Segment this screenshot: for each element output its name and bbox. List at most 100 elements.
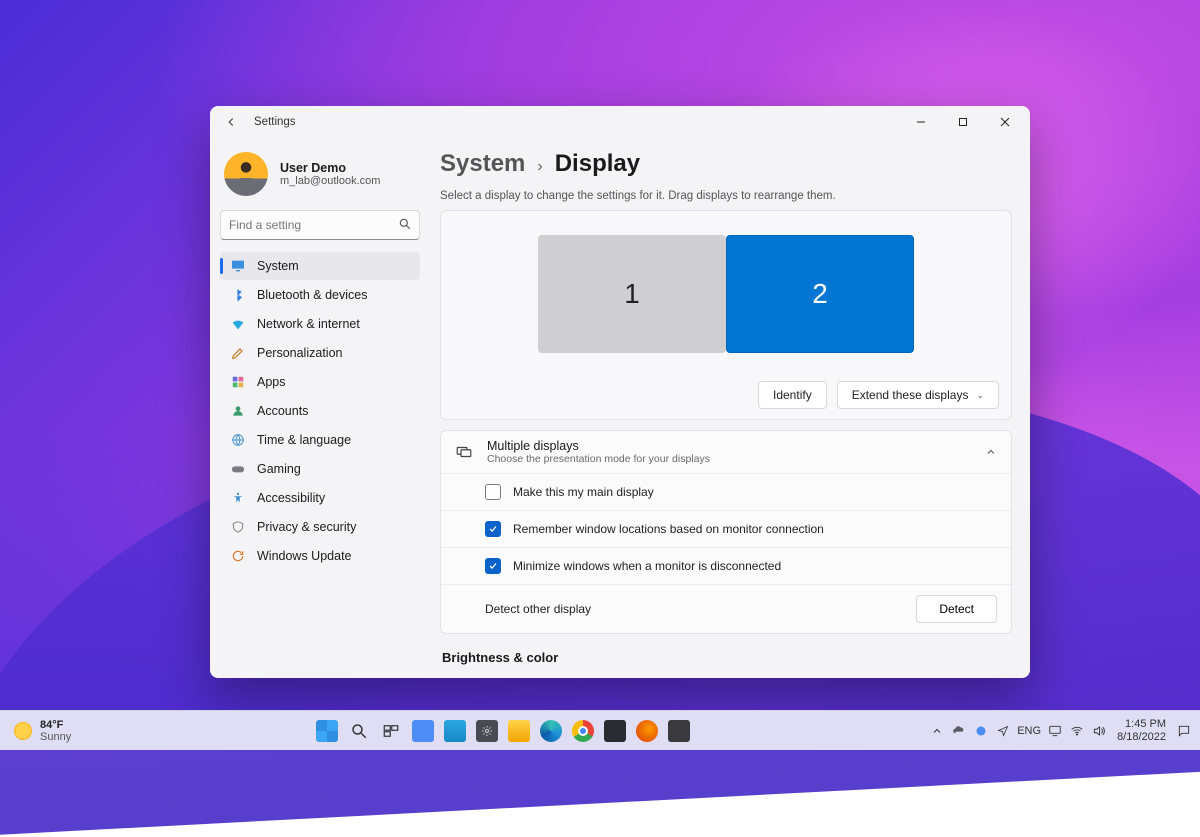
clock-date: 8/18/2022 (1117, 731, 1166, 743)
weather-widget[interactable]: 84°F Sunny (8, 717, 77, 745)
sidebar-item-privacy[interactable]: Privacy & security (220, 513, 420, 541)
monitor-1[interactable]: 1 (538, 235, 726, 353)
sidebar-item-label: Accessibility (257, 491, 325, 505)
taskbar-app-misc[interactable] (665, 717, 693, 745)
display-option-row: Make this my main display (441, 473, 1011, 510)
chevron-right-icon: › (537, 158, 542, 176)
detect-display-row: Detect other display Detect (441, 584, 1011, 633)
wifi-icon (230, 316, 246, 332)
sidebar-item-apps[interactable]: Apps (220, 368, 420, 396)
search-button[interactable] (345, 717, 373, 745)
option-label: Minimize windows when a monitor is disco… (513, 559, 781, 573)
projection-mode-dropdown[interactable]: Extend these displays ⌄ (837, 381, 999, 409)
weather-temp: 84°F (40, 719, 71, 731)
account-header[interactable]: User Demo m_lab@outlook.com (220, 146, 420, 204)
back-button[interactable] (222, 113, 240, 131)
account-email: m_lab@outlook.com (280, 175, 380, 187)
account-name: User Demo (280, 161, 380, 175)
avatar (224, 152, 268, 196)
titlebar: Settings (210, 106, 1030, 138)
tray-volume-icon[interactable] (1091, 723, 1107, 739)
sidebar-item-network[interactable]: Network & internet (220, 310, 420, 338)
sidebar-item-time[interactable]: Time & language (220, 426, 420, 454)
sidebar-item-personalization[interactable]: Personalization (220, 339, 420, 367)
taskbar-app-chrome[interactable] (569, 717, 597, 745)
checkbox[interactable] (485, 484, 501, 500)
tray-wifi-icon[interactable] (1069, 723, 1085, 739)
tray-cast-icon[interactable] (1047, 723, 1063, 739)
tray-onedrive-icon[interactable] (951, 723, 967, 739)
tray-language[interactable]: ENG (1017, 725, 1041, 737)
start-button[interactable] (313, 717, 341, 745)
person-icon (230, 403, 246, 419)
sidebar-item-system[interactable]: System (220, 252, 420, 280)
taskbar-app-people[interactable] (441, 717, 469, 745)
multiple-displays-card: Multiple displays Choose the presentatio… (440, 430, 1012, 634)
search-box[interactable] (220, 210, 420, 240)
sidebar-item-label: Windows Update (257, 549, 352, 563)
taskbar-app-edge[interactable] (537, 717, 565, 745)
gamepad-icon (230, 461, 246, 477)
display-option-row: Minimize windows when a monitor is disco… (441, 547, 1011, 584)
brush-icon (230, 345, 246, 361)
taskbar-app-settings[interactable] (473, 717, 501, 745)
detect-button[interactable]: Detect (916, 595, 997, 623)
tray-messenger-icon[interactable] (973, 723, 989, 739)
taskbar-app-explorer[interactable] (505, 717, 533, 745)
sidebar-item-label: System (257, 259, 299, 273)
brightness-section-header: Brightness & color (442, 650, 1012, 665)
task-view-button[interactable] (377, 717, 405, 745)
accessibility-icon (230, 490, 246, 506)
taskbar-app-chat[interactable] (409, 717, 437, 745)
sidebar-item-bluetooth[interactable]: Bluetooth & devices (220, 281, 420, 309)
identify-button[interactable]: Identify (758, 381, 827, 409)
sidebar-item-accessibility[interactable]: Accessibility (220, 484, 420, 512)
sidebar-item-label: Gaming (257, 462, 301, 476)
breadcrumb-parent[interactable]: System (440, 150, 525, 178)
taskbar-app-firefox[interactable] (633, 717, 661, 745)
sidebar-item-label: Bluetooth & devices (257, 288, 368, 302)
display-option-row: Remember window locations based on monit… (441, 510, 1011, 547)
tray-chevron-up-icon[interactable] (929, 723, 945, 739)
sidebar-item-label: Privacy & security (257, 520, 356, 534)
main-content: System › Display Select a display to cha… (430, 138, 1030, 678)
monitor-canvas[interactable]: 12 (453, 229, 999, 359)
option-label: Make this my main display (513, 485, 654, 499)
sidebar: User Demo m_lab@outlook.com System Blueto… (210, 138, 430, 678)
minimize-button[interactable] (900, 108, 942, 136)
weather-desc: Sunny (40, 731, 71, 743)
monitor-icon (230, 258, 246, 274)
option-label: Remember window locations based on monit… (513, 522, 824, 536)
chevron-down-icon: ⌄ (976, 390, 984, 401)
card-description: Choose the presentation mode for your di… (487, 453, 710, 465)
window-title: Settings (254, 116, 296, 128)
chevron-up-icon (985, 446, 997, 458)
sidebar-item-label: Personalization (257, 346, 342, 360)
tray-location-icon[interactable] (995, 723, 1011, 739)
clock-time: 1:45 PM (1125, 718, 1166, 730)
sidebar-item-update[interactable]: Windows Update (220, 542, 420, 570)
checkbox[interactable] (485, 558, 501, 574)
taskbar-center (77, 717, 929, 745)
card-title: Multiple displays (487, 439, 710, 453)
sidebar-item-label: Time & language (257, 433, 351, 447)
sidebar-item-accounts[interactable]: Accounts (220, 397, 420, 425)
taskbar-clock[interactable]: 1:45 PM 8/18/2022 (1117, 718, 1166, 742)
sun-icon (14, 722, 32, 740)
arrange-help-text: Select a display to change the settings … (440, 190, 1012, 202)
close-button[interactable] (984, 108, 1026, 136)
update-icon (230, 548, 246, 564)
detect-row-label: Detect other display (485, 602, 591, 616)
multiple-displays-expander[interactable]: Multiple displays Choose the presentatio… (441, 431, 1011, 473)
nav-list: System Bluetooth & devices Network & inter… (220, 252, 420, 570)
sidebar-item-label: Network & internet (257, 317, 360, 331)
taskbar-app-terminal[interactable] (601, 717, 629, 745)
maximize-button[interactable] (942, 108, 984, 136)
globe-icon (230, 432, 246, 448)
sidebar-item-gaming[interactable]: Gaming (220, 455, 420, 483)
sidebar-item-label: Accounts (257, 404, 308, 418)
notifications-button[interactable] (1176, 723, 1192, 739)
checkbox[interactable] (485, 521, 501, 537)
monitor-2[interactable]: 2 (726, 235, 914, 353)
search-input[interactable] (220, 210, 420, 240)
